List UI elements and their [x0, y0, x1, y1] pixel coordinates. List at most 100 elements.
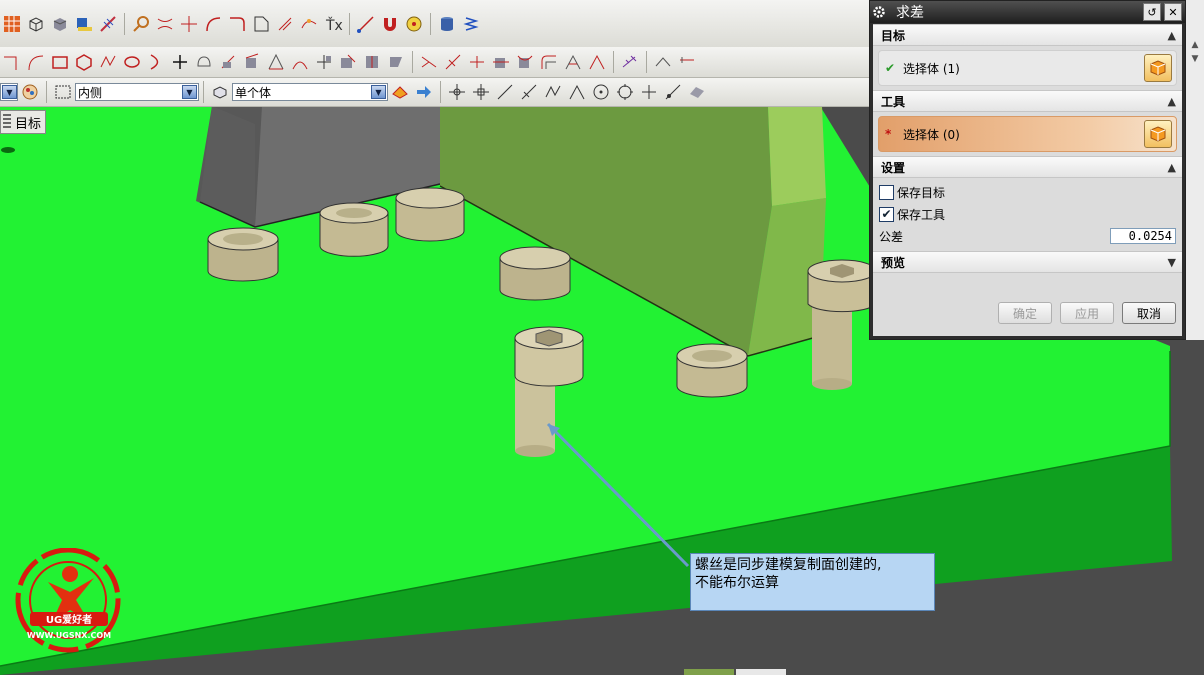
trim-icon[interactable]	[419, 52, 439, 72]
snap-point-icon[interactable]	[404, 14, 424, 34]
grid-icon[interactable]	[2, 14, 22, 34]
surface-analysis-icon[interactable]	[653, 52, 673, 72]
conic-icon[interactable]	[146, 52, 166, 72]
extend-icon[interactable]	[443, 52, 463, 72]
keep-tool-box[interactable]: ✔	[879, 206, 894, 222]
arrow-up-icon[interactable]: ▲	[1186, 40, 1204, 50]
curve-length-icon[interactable]	[491, 52, 511, 72]
chevron-down-icon[interactable]: ▼	[1168, 256, 1176, 269]
selection-box-icon[interactable]	[53, 82, 73, 102]
mirror-curve-icon[interactable]	[266, 52, 286, 72]
target-group-header[interactable]: 目标 ▲	[873, 24, 1182, 46]
bend-curve-icon[interactable]	[587, 52, 607, 72]
dimension-icon[interactable]	[620, 52, 640, 72]
measure-icon[interactable]	[74, 14, 94, 34]
keep-target-checkbox[interactable]: 保存目标	[873, 181, 1182, 203]
extract-curve-icon[interactable]	[194, 52, 214, 72]
tool-group-header[interactable]: 工具 ▲	[873, 90, 1182, 112]
isoparametric-icon[interactable]	[362, 52, 382, 72]
dialog-titlebar[interactable]: 求差 ↺ ✕	[870, 1, 1185, 23]
body-filter-icon[interactable]	[210, 82, 230, 102]
settings-group-header[interactable]: 设置 ▲	[873, 156, 1182, 178]
annotation-note: 螺丝是同步建模复制面创建的, 不能布尔运算	[690, 553, 935, 611]
text-icon[interactable]: Ťx	[323, 14, 343, 34]
right-scrollbar[interactable]: ▲ ▼	[1186, 0, 1204, 340]
toolbar-row-2	[0, 47, 870, 78]
snap-tangent-icon[interactable]	[519, 82, 539, 102]
snap-existing-icon[interactable]	[639, 82, 659, 102]
snap-mid-icon[interactable]	[471, 82, 491, 102]
point-icon[interactable]	[170, 52, 190, 72]
magnet-icon[interactable]	[380, 14, 400, 34]
join-curve-icon[interactable]	[515, 52, 535, 72]
spring-icon[interactable]	[461, 14, 481, 34]
select-body-icon[interactable]	[1144, 120, 1172, 148]
chevron-up-icon[interactable]: ▲	[1168, 161, 1176, 174]
simplify-curve-icon[interactable]	[563, 52, 583, 72]
offset-face-curve-icon[interactable]	[386, 52, 406, 72]
type-filter-toggle[interactable]: ▼	[0, 83, 18, 101]
curve-analysis-icon[interactable]	[677, 52, 697, 72]
preview-group-header[interactable]: 预览 ▼	[873, 251, 1182, 273]
keep-target-box[interactable]	[879, 184, 894, 200]
filter-dropdown[interactable]: 内侧 ▼	[75, 83, 199, 101]
polygon-icon[interactable]	[74, 52, 94, 72]
edit-curve-icon[interactable]	[299, 14, 319, 34]
tolerance-input[interactable]	[1110, 228, 1176, 244]
corner-icon[interactable]	[227, 14, 247, 34]
section-curve-icon[interactable]	[338, 52, 358, 72]
snap-intersect-icon[interactable]	[567, 82, 587, 102]
snap-center-icon[interactable]	[591, 82, 611, 102]
drag-grip[interactable]	[3, 114, 11, 130]
select-all-icon[interactable]	[390, 82, 410, 102]
offset-curve-icon[interactable]	[275, 14, 295, 34]
target-select-body[interactable]: ✔ 选择体 (1)	[878, 50, 1177, 86]
gear-icon[interactable]	[870, 3, 888, 21]
arrow-down-icon[interactable]: ▼	[1186, 54, 1204, 64]
selection-scope-dropdown[interactable]: 单个体 ▼	[232, 83, 388, 101]
snap-end-icon[interactable]	[447, 82, 467, 102]
close-icon[interactable]: ✕	[1164, 3, 1182, 21]
chamfer-icon[interactable]	[251, 14, 271, 34]
ellipse-icon[interactable]	[122, 52, 142, 72]
trim-curve-icon[interactable]	[155, 14, 175, 34]
divide-curve-icon[interactable]	[467, 52, 487, 72]
keep-tool-checkbox[interactable]: ✔ 保存工具	[873, 203, 1182, 225]
apply-button[interactable]: 应用	[1060, 302, 1114, 324]
arc-icon[interactable]	[26, 52, 46, 72]
snap-line-icon[interactable]	[495, 82, 515, 102]
snap-quadrant-icon[interactable]	[615, 82, 635, 102]
snap-grid-icon[interactable]	[98, 14, 118, 34]
arrow-right-icon[interactable]	[414, 82, 434, 102]
box-wire-icon[interactable]	[26, 14, 46, 34]
snap-control-icon[interactable]	[543, 82, 563, 102]
bridge-curve-icon[interactable]	[290, 52, 310, 72]
studio-spline-icon[interactable]	[98, 52, 118, 72]
project-curve-icon[interactable]	[218, 52, 238, 72]
annotation-line-1: 螺丝是同步建模复制面创建的,	[695, 557, 882, 573]
tool-select-body[interactable]: * 选择体 (0)	[878, 116, 1177, 152]
ok-button[interactable]: 确定	[998, 302, 1052, 324]
line-segment-icon[interactable]	[2, 52, 22, 72]
select-body-icon[interactable]	[1144, 54, 1172, 82]
chevron-up-icon[interactable]: ▲	[1168, 95, 1176, 108]
shaded-box-icon[interactable]	[50, 14, 70, 34]
snap-on-curve-icon[interactable]	[663, 82, 683, 102]
chevron-up-icon[interactable]: ▲	[1168, 29, 1176, 42]
intersect-icon[interactable]	[179, 14, 199, 34]
smooth-curve-icon[interactable]	[539, 52, 559, 72]
target-selection-tab[interactable]: 目标	[0, 110, 47, 134]
color-filter-icon[interactable]	[20, 82, 40, 102]
snap-on-face-icon[interactable]	[687, 82, 707, 102]
chevron-down-icon[interactable]: ▼	[371, 85, 386, 99]
cylinder-icon[interactable]	[437, 14, 457, 34]
chevron-down-icon[interactable]: ▼	[182, 85, 197, 99]
reset-icon[interactable]: ↺	[1143, 3, 1161, 21]
combined-curve-icon[interactable]	[242, 52, 262, 72]
line-tool-icon[interactable]	[356, 14, 376, 34]
curve-fillet-icon[interactable]	[203, 14, 223, 34]
datum-point-icon[interactable]	[314, 52, 334, 72]
find-curve-icon[interactable]	[131, 14, 151, 34]
rectangle-icon[interactable]	[50, 52, 70, 72]
cancel-button[interactable]: 取消	[1122, 302, 1176, 324]
